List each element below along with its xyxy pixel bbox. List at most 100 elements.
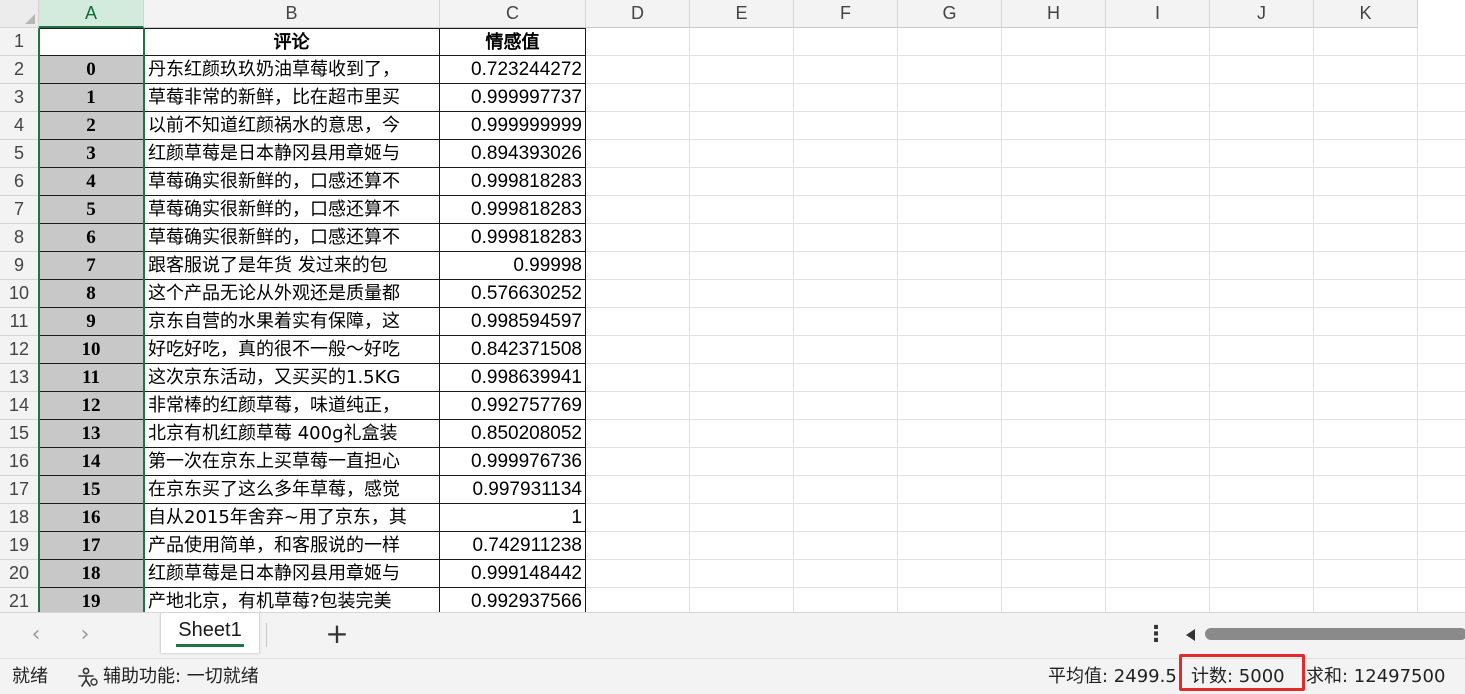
review-cell[interactable]: 红颜草莓是日本静冈县用章姬与 (144, 140, 440, 168)
review-cell[interactable]: 北京有机红颜草莓 400g礼盒装 (144, 420, 440, 448)
index-cell[interactable]: 18 (39, 560, 144, 588)
empty-cell[interactable] (1106, 112, 1210, 140)
empty-cell[interactable] (1314, 392, 1418, 420)
empty-cell[interactable] (898, 196, 1002, 224)
empty-cell[interactable] (1210, 504, 1314, 532)
status-sum[interactable]: 求和: 12497500 (1306, 666, 1445, 688)
empty-cell[interactable] (794, 280, 898, 308)
empty-cell[interactable] (1106, 56, 1210, 84)
empty-cell[interactable] (1002, 168, 1106, 196)
empty-cell[interactable] (1210, 532, 1314, 560)
empty-cell[interactable] (898, 476, 1002, 504)
add-sheet-icon[interactable]: + (325, 620, 349, 649)
empty-cell[interactable] (1106, 308, 1210, 336)
empty-cell[interactable] (794, 532, 898, 560)
empty-cell[interactable] (1210, 168, 1314, 196)
empty-cell[interactable] (586, 84, 690, 112)
index-cell[interactable]: 2 (39, 112, 144, 140)
empty-cell[interactable] (1002, 364, 1106, 392)
empty-cell[interactable] (1418, 420, 1465, 448)
index-cell[interactable]: 16 (39, 504, 144, 532)
empty-cell[interactable] (586, 336, 690, 364)
empty-cell[interactable] (898, 560, 1002, 588)
empty-cell[interactable] (1210, 140, 1314, 168)
sentiment-cell[interactable]: 0.576630252 (440, 280, 586, 308)
empty-cell[interactable] (794, 392, 898, 420)
sentiment-cell[interactable]: 0.99998 (440, 252, 586, 280)
empty-cell[interactable] (586, 280, 690, 308)
empty-cell[interactable] (1210, 364, 1314, 392)
empty-cell[interactable] (1106, 448, 1210, 476)
sheet-tab-sheet1[interactable]: Sheet1 (160, 613, 260, 653)
index-cell[interactable]: 17 (39, 532, 144, 560)
empty-cell[interactable] (690, 560, 794, 588)
review-cell[interactable]: 自从2015年舍弃~用了京东，其 (144, 504, 440, 532)
empty-cell[interactable] (1210, 224, 1314, 252)
empty-cell[interactable] (1418, 28, 1465, 56)
empty-cell[interactable] (690, 168, 794, 196)
row-header[interactable]: 10 (0, 280, 39, 308)
index-cell[interactable]: 10 (39, 336, 144, 364)
empty-cell[interactable] (794, 84, 898, 112)
row-header[interactable]: 5 (0, 140, 39, 168)
empty-cell[interactable] (690, 252, 794, 280)
empty-cell[interactable] (586, 252, 690, 280)
empty-cell[interactable] (1418, 224, 1465, 252)
row-header[interactable]: 2 (0, 56, 39, 84)
empty-cell[interactable] (1106, 364, 1210, 392)
empty-cell[interactable] (1210, 252, 1314, 280)
empty-cell[interactable] (794, 588, 898, 612)
empty-cell[interactable] (1002, 112, 1106, 140)
row-header[interactable]: 16 (0, 448, 39, 476)
empty-cell[interactable] (1002, 196, 1106, 224)
empty-cell[interactable] (1210, 56, 1314, 84)
empty-cell[interactable] (794, 56, 898, 84)
empty-cell[interactable] (794, 336, 898, 364)
empty-cell[interactable] (586, 476, 690, 504)
empty-cell[interactable] (1106, 140, 1210, 168)
empty-cell[interactable] (690, 28, 794, 56)
sentiment-cell[interactable]: 0.998639941 (440, 364, 586, 392)
index-cell[interactable]: 11 (39, 364, 144, 392)
cell-c-header[interactable]: 情感值 (440, 28, 586, 56)
empty-cell[interactable] (1418, 532, 1465, 560)
column-header-b[interactable]: B (144, 0, 440, 28)
sentiment-cell[interactable]: 0.999148442 (440, 560, 586, 588)
empty-cell[interactable] (898, 280, 1002, 308)
index-cell[interactable]: 19 (39, 588, 144, 612)
empty-cell[interactable] (1210, 84, 1314, 112)
empty-cell[interactable] (794, 364, 898, 392)
empty-cell[interactable] (1002, 56, 1106, 84)
empty-cell[interactable] (898, 364, 1002, 392)
column-header-e[interactable]: E (690, 0, 794, 28)
empty-cell[interactable] (1418, 336, 1465, 364)
empty-cell[interactable] (1418, 84, 1465, 112)
next-sheet-icon[interactable]: › (75, 624, 95, 647)
empty-cell[interactable] (1418, 560, 1465, 588)
empty-cell[interactable] (794, 504, 898, 532)
column-header-c[interactable]: C (440, 0, 586, 28)
empty-cell[interactable] (1314, 588, 1418, 612)
empty-cell[interactable] (1210, 448, 1314, 476)
empty-cell[interactable] (1314, 560, 1418, 588)
empty-cell[interactable] (586, 392, 690, 420)
sentiment-cell[interactable]: 0.742911238 (440, 532, 586, 560)
index-cell[interactable]: 15 (39, 476, 144, 504)
empty-cell[interactable] (586, 532, 690, 560)
empty-cell[interactable] (794, 308, 898, 336)
review-cell[interactable]: 在京东买了这么多年草莓，感觉 (144, 476, 440, 504)
review-cell[interactable]: 产品使用简单，和客服说的一样 (144, 532, 440, 560)
row-header[interactable]: 1 (0, 28, 39, 56)
empty-cell[interactable] (794, 448, 898, 476)
spreadsheet-grid[interactable]: A B C D E F G H I J K 1 评论 情感值 2 0 丹东红颜玖玖奶油草莓… (0, 0, 1465, 612)
empty-cell[interactable] (586, 224, 690, 252)
empty-cell[interactable] (1002, 392, 1106, 420)
empty-cell[interactable] (794, 196, 898, 224)
review-cell[interactable]: 草莓非常的新鲜，比在超市里买 (144, 84, 440, 112)
empty-cell[interactable] (1106, 420, 1210, 448)
empty-cell[interactable] (794, 168, 898, 196)
sentiment-cell[interactable]: 1 (440, 504, 586, 532)
review-cell[interactable]: 好吃好吃，真的很不一般～好吃 (144, 336, 440, 364)
cell-b-header[interactable]: 评论 (144, 28, 440, 56)
empty-cell[interactable] (1106, 476, 1210, 504)
